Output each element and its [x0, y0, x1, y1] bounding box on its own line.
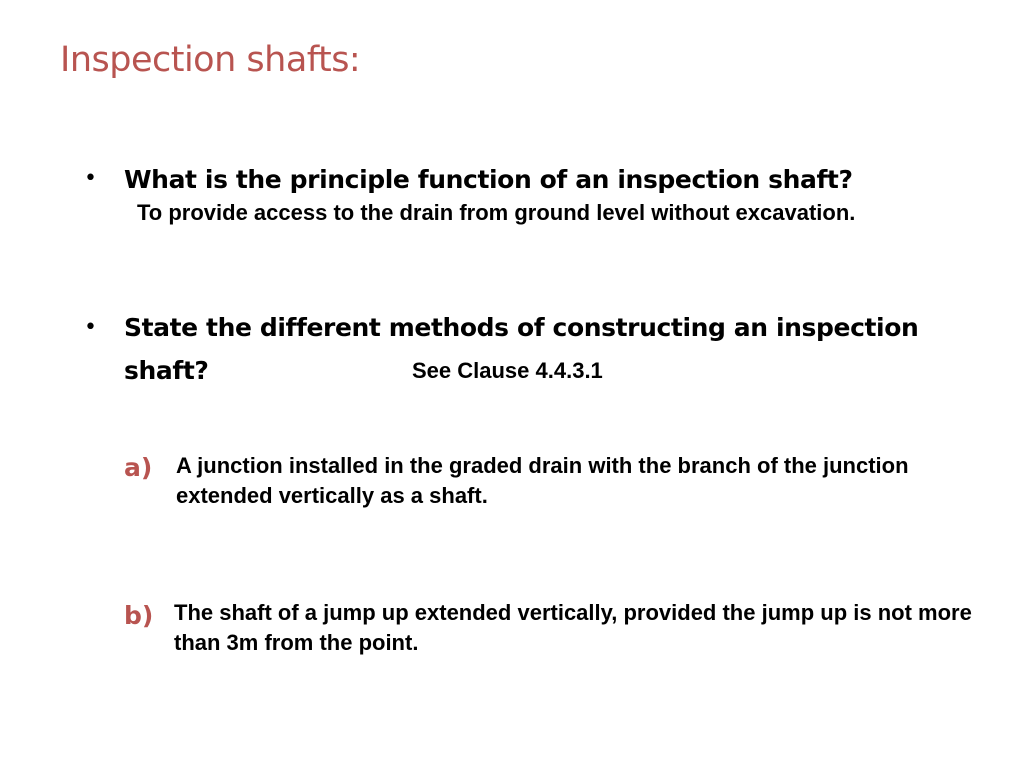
slide-title: Inspection shafts: [60, 40, 361, 80]
slide: Inspection shafts: • What is the princip… [0, 0, 1027, 769]
clause-reference: See Clause 4.4.3.1 [412, 358, 603, 383]
question-principle-function: What is the principle function of an ins… [124, 165, 853, 194]
method-b-text: The shaft of a jump up extended vertical… [174, 600, 972, 655]
method-a-text: A junction installed in the graded drain… [176, 453, 909, 508]
answer-principle-function: To provide access to the drain from grou… [137, 200, 856, 225]
bullet-icon: • [84, 315, 97, 340]
method-a-marker: a) [124, 453, 153, 482]
method-b-marker: b) [124, 601, 154, 630]
bullet-icon: • [84, 166, 97, 191]
